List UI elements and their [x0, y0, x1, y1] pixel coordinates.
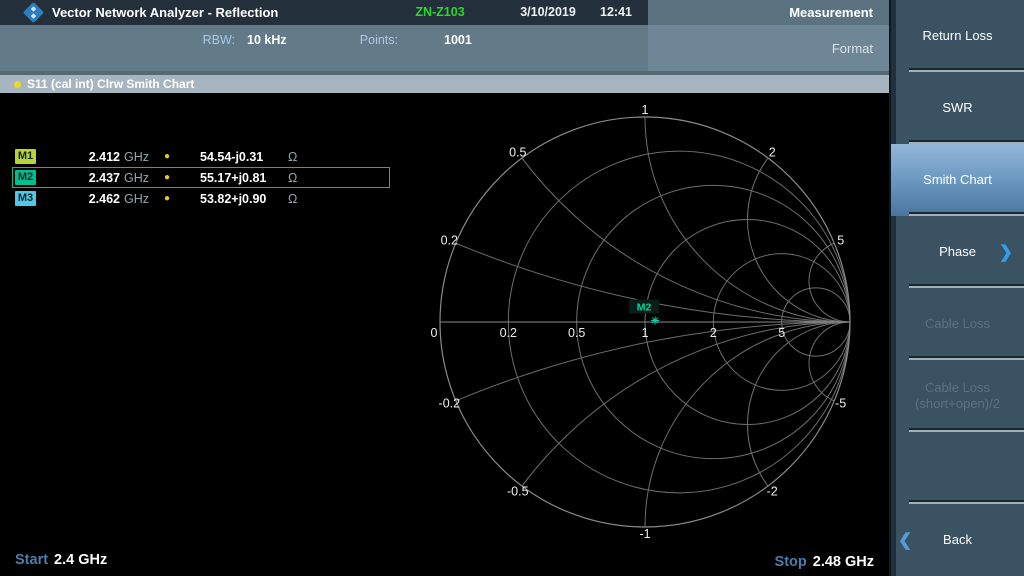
softkey-label: Phase: [939, 244, 976, 259]
submenu-chevron-icon: ❯: [998, 242, 1013, 262]
svg-text:0.2: 0.2: [441, 233, 458, 247]
softkey-swr[interactable]: SWR: [891, 72, 1024, 144]
svg-text:-2: -2: [767, 485, 778, 499]
marker-table: M1 2.412 GHz ● 54.54-j0.31 Ω M2 2.437 GHz ● 55.17+…: [12, 146, 390, 209]
svg-text:-0.2: -0.2: [439, 397, 461, 411]
chart-marker-m2[interactable]: M2: [629, 299, 660, 325]
app-title: Vector Network Analyzer - Reflection: [52, 5, 279, 20]
svg-text:0.5: 0.5: [568, 326, 585, 340]
start-value: 2.4 GHz: [54, 552, 108, 568]
svg-text:1: 1: [642, 326, 649, 340]
marker-impedance-unit: Ω: [288, 191, 298, 206]
softkey-label: Back: [943, 532, 972, 547]
softkey-sidebar: Return Loss SWR Smith Chart Phase ❯ Cable Los…: [889, 0, 1024, 576]
svg-text:-1: -1: [639, 527, 650, 541]
softkey-label: Cable Loss: [924, 380, 991, 395]
svg-text:0.2: 0.2: [500, 326, 517, 340]
marker-frequency-unit: GHz: [124, 170, 149, 185]
softkey-smith-chart[interactable]: Smith Chart: [891, 144, 1024, 216]
softkey-label: Smith Chart: [923, 172, 992, 187]
smith-chart-area: 0 0.2 0.5 1 2 5 0.2 0.5 1 2 5 -0.2 -0.5 -1 -2 -5 M2 M1 2.…: [0, 93, 889, 576]
marker-impedance-unit: Ω: [288, 149, 298, 164]
softkey-cable-loss[interactable]: Cable Loss: [891, 288, 1024, 360]
marker-row-m1[interactable]: M1 2.412 GHz ● 54.54-j0.31 Ω: [12, 146, 390, 167]
softkey-label: (short+open)/2: [915, 396, 1000, 411]
marker-row-m2[interactable]: M2 2.437 GHz ● 55.17+j0.81 Ω: [12, 167, 390, 188]
trace-header[interactable]: S11 (cal int) Clrw Smith Chart: [0, 75, 889, 93]
marker-impedance: 54.54-j0.31: [200, 149, 264, 164]
points-value[interactable]: 1001: [444, 33, 472, 47]
svg-text:5: 5: [837, 233, 844, 247]
marker-badge: M1: [15, 149, 36, 164]
svg-text:-0.5: -0.5: [507, 485, 529, 499]
settings-bar: RBW: 10 kHz Points: 1001 Format: [0, 25, 889, 71]
marker-row-m3[interactable]: M3 2.462 GHz ● 53.82+j0.90 Ω: [12, 188, 390, 209]
stop-frequency[interactable]: Stop 2.48 GHz: [775, 554, 874, 570]
device-id: ZN-Z103: [415, 5, 465, 19]
marker-frequency-unit: GHz: [124, 149, 149, 164]
stop-value: 2.48 GHz: [812, 554, 874, 570]
rohde-schwarz-logo-icon: [22, 1, 45, 24]
start-frequency[interactable]: Start 2.4 GHz: [15, 552, 107, 568]
points-label: Points:: [359, 33, 398, 47]
time-display: 12:41: [600, 5, 632, 19]
softkey-back[interactable]: Back ❮: [891, 504, 1024, 576]
marker-impedance: 53.82+j0.90: [200, 191, 267, 206]
marker-dot-icon: ●: [163, 151, 171, 162]
settings-bar-left: RBW: 10 kHz Points: 1001: [0, 25, 648, 71]
marker-frequency: 2.437: [88, 170, 120, 185]
svg-text:0.5: 0.5: [509, 145, 526, 159]
softkey-label: Return Loss: [922, 28, 993, 43]
softkey-cable-loss-short-open-2[interactable]: Cable Loss (short+open)/2: [891, 360, 1024, 432]
stop-label: Stop: [774, 554, 807, 570]
svg-text:0: 0: [431, 326, 438, 340]
marker-frequency-unit: GHz: [124, 191, 149, 206]
trace-bullet-icon: [14, 80, 21, 88]
svg-text:5: 5: [778, 326, 785, 340]
marker-dot-icon: ●: [163, 172, 171, 183]
softkey-phase[interactable]: Phase ❯: [891, 216, 1024, 288]
softkey-label: Cable Loss: [924, 316, 991, 331]
rbw-value[interactable]: 10 kHz: [247, 33, 287, 47]
menu-title: Measurement: [648, 0, 889, 25]
softkey-return-loss[interactable]: Return Loss: [891, 0, 1024, 72]
marker-impedance: 55.17+j0.81: [200, 170, 267, 185]
marker-badge: M2: [15, 170, 36, 185]
rbw-label: RBW:: [202, 33, 235, 47]
softkey-empty: [891, 432, 1024, 504]
start-label: Start: [15, 552, 49, 568]
back-chevron-icon: ❮: [898, 530, 913, 550]
marker-frequency: 2.462: [88, 191, 120, 206]
marker-badge: M3: [15, 191, 36, 206]
marker-dot-icon: ●: [163, 193, 171, 204]
marker-impedance-unit: Ω: [288, 170, 298, 185]
menu-subtitle: Format: [648, 25, 889, 71]
svg-text:-5: -5: [835, 397, 846, 411]
trace-title: S11 (cal int) Clrw Smith Chart: [27, 77, 195, 91]
top-bar-left: Vector Network Analyzer - Reflection ZN-…: [0, 0, 648, 25]
top-bar: Vector Network Analyzer - Reflection ZN-…: [0, 0, 889, 25]
svg-text:2: 2: [769, 145, 776, 159]
svg-text:M2: M2: [637, 302, 652, 314]
svg-text:2: 2: [710, 326, 717, 340]
marker-frequency: 2.412: [88, 149, 120, 164]
softkey-label: SWR: [942, 100, 973, 115]
date-display: 3/10/2019: [520, 5, 576, 19]
main-display: Vector Network Analyzer - Reflection ZN-…: [0, 0, 889, 576]
svg-text:1: 1: [642, 103, 649, 117]
